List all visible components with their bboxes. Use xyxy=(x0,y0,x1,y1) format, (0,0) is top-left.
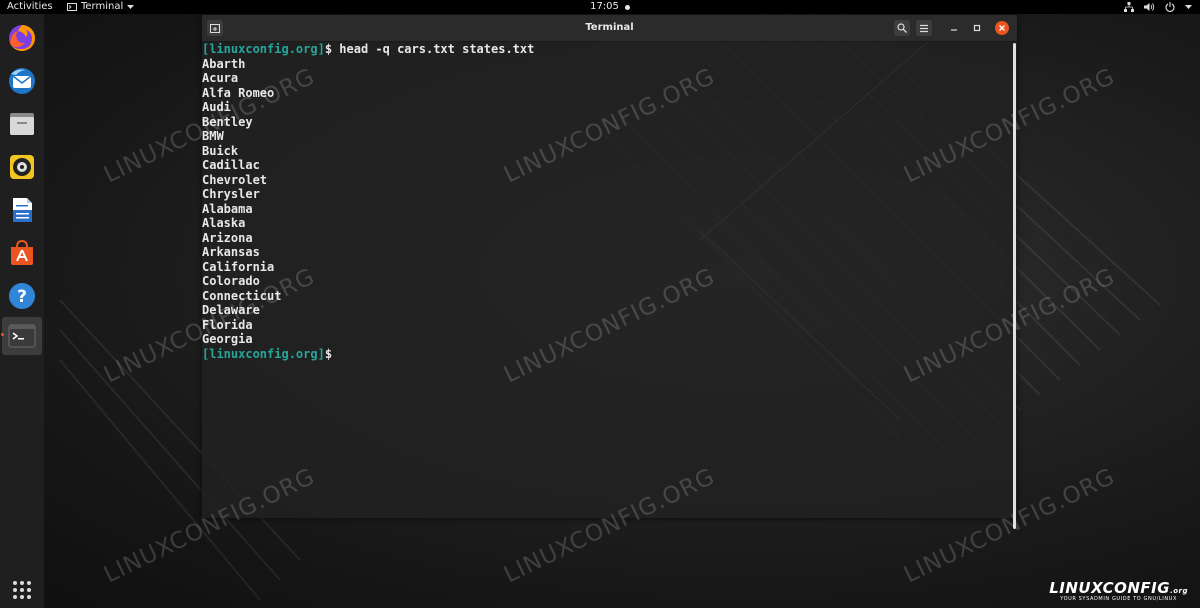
writer-icon xyxy=(13,198,32,222)
app-menu-label: Terminal xyxy=(81,1,124,12)
notification-dot xyxy=(624,4,630,10)
rhythmbox-icon xyxy=(10,155,34,179)
linuxconfig-logo: LINUXCONFIG.org YOUR SYSADMIN GUIDE TO G… xyxy=(1049,579,1188,602)
search-icon xyxy=(897,23,907,33)
output-line: Alabama xyxy=(202,201,253,216)
output-line: Buick xyxy=(202,143,239,158)
terminal-icon xyxy=(8,324,36,348)
output-line: Colorado xyxy=(202,274,260,288)
final-prompt-line: [linuxconfig.org]$ xyxy=(202,347,1012,362)
logo-suffix: .org xyxy=(1170,587,1188,595)
hamburger-menu-button[interactable] xyxy=(916,20,932,36)
output-line: Delaware xyxy=(202,303,260,317)
dock-thunderbird[interactable] xyxy=(6,65,38,97)
output-line: BMW xyxy=(202,129,224,143)
clock-time: 17:05 xyxy=(590,1,619,12)
output-line: Arizona xyxy=(202,230,253,245)
minimize-button[interactable] xyxy=(946,20,962,36)
thunderbird-icon xyxy=(9,68,35,94)
terminal-output: Abarth Acura Alfa Romeo Audi Bentley BMW Buick… xyxy=(202,57,1012,347)
search-button[interactable] xyxy=(894,20,910,36)
terminal-scrollbar[interactable] xyxy=(1013,43,1016,529)
output-line: Alaska xyxy=(202,216,246,230)
clock[interactable]: 17:05 xyxy=(580,0,640,14)
minimize-icon xyxy=(951,29,957,31)
dock-terminal[interactable] xyxy=(2,317,42,355)
dock-rhythmbox[interactable] xyxy=(6,151,38,183)
files-icon xyxy=(10,113,34,135)
logo-text: LINUXCONFIG.org xyxy=(1049,579,1188,597)
output-line: Alfa Romeo xyxy=(202,85,275,100)
chevron-down-icon[interactable] xyxy=(1185,4,1192,10)
activities-button[interactable]: Activities xyxy=(7,0,53,14)
logo-name: LINUXCONFIG xyxy=(1049,579,1171,597)
final-prompt: [linuxconfig.org] xyxy=(202,346,325,361)
system-tray[interactable] xyxy=(1124,0,1192,14)
terminal-content[interactable]: [linuxconfig.org]$ head -q cars.txt stat… xyxy=(202,42,1012,518)
output-line: Bentley xyxy=(202,114,253,129)
close-icon xyxy=(999,25,1005,31)
dock-files[interactable] xyxy=(6,108,38,140)
power-icon[interactable] xyxy=(1165,2,1175,12)
dock-software[interactable] xyxy=(6,237,38,269)
chevron-down-icon xyxy=(127,4,135,9)
top-bar: Activities Terminal 17:05 xyxy=(0,0,1200,14)
dock-writer[interactable] xyxy=(6,194,38,226)
terminal-small-icon xyxy=(67,3,77,11)
software-icon xyxy=(11,239,33,265)
output-line: Abarth xyxy=(202,56,246,71)
final-prompt-suffix: $ xyxy=(324,346,333,361)
command-text: $ head -q cars.txt states.txt xyxy=(324,42,535,56)
hamburger-icon xyxy=(920,24,928,32)
active-indicator xyxy=(1,333,4,336)
output-line: Georgia xyxy=(202,332,253,346)
logo-tagline: YOUR SYSADMIN GUIDE TO GNU/LINUX xyxy=(1060,596,1177,602)
output-line: Audi xyxy=(202,100,231,114)
grid-icon xyxy=(13,581,31,599)
prompt: [linuxconfig.org] xyxy=(202,42,325,56)
output-line: Florida xyxy=(202,317,253,332)
firefox-icon xyxy=(9,25,35,51)
dock: ? xyxy=(0,14,44,608)
svg-text:?: ? xyxy=(17,287,27,307)
maximize-button[interactable] xyxy=(969,20,985,36)
output-line: Chevrolet xyxy=(202,172,268,187)
output-line: Chrysler xyxy=(202,187,260,201)
maximize-icon xyxy=(973,24,981,32)
volume-icon[interactable] xyxy=(1144,2,1155,12)
output-line: Arkansas xyxy=(202,245,260,259)
dock-firefox[interactable] xyxy=(6,22,38,54)
command-line: [linuxconfig.org]$ head -q cars.txt stat… xyxy=(202,42,1012,57)
app-menu[interactable]: Terminal xyxy=(67,0,135,14)
output-line: Connecticut xyxy=(202,288,282,303)
close-button[interactable] xyxy=(995,21,1009,35)
network-icon[interactable] xyxy=(1124,2,1134,12)
terminal-window[interactable]: Terminal [linuxconfig.org]$ head -q cars… xyxy=(202,15,1017,529)
terminal-titlebar[interactable]: Terminal xyxy=(202,15,1017,42)
output-line: California xyxy=(202,259,275,274)
output-line: Acura xyxy=(202,71,239,85)
output-line: Cadillac xyxy=(202,158,260,172)
show-apps-button[interactable] xyxy=(6,574,38,606)
help-icon: ? xyxy=(9,283,35,309)
dock-help[interactable]: ? xyxy=(6,280,38,312)
